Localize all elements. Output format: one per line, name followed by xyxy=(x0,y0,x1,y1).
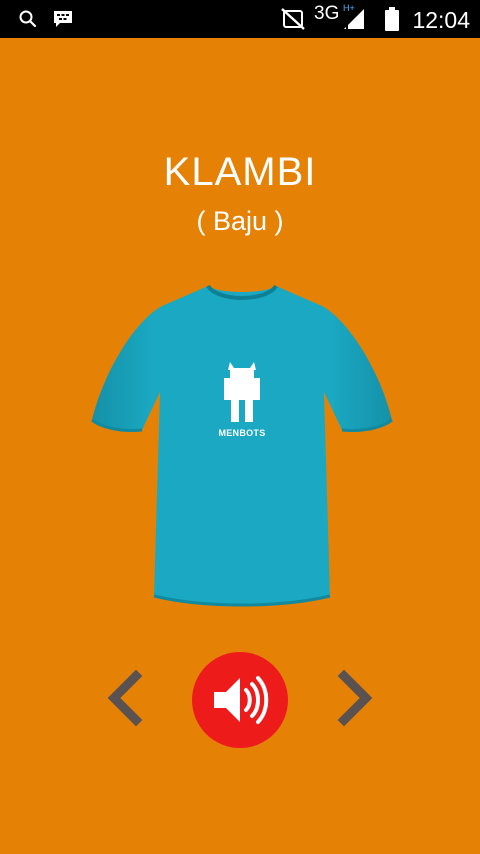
mute-icon xyxy=(278,0,308,38)
shirt-logo-text: MENBOTS xyxy=(218,428,266,438)
signal-icon xyxy=(340,0,368,38)
network-type: 3G xyxy=(314,3,340,24)
tshirt-image xyxy=(91,284,393,607)
previous-button[interactable] xyxy=(102,668,150,728)
play-sound-button[interactable] xyxy=(192,652,288,748)
chevron-right-icon xyxy=(337,669,373,727)
bbm-icon xyxy=(50,0,76,38)
speaker-icon xyxy=(214,676,269,724)
search-icon xyxy=(16,0,40,38)
next-button[interactable] xyxy=(330,668,378,728)
word-translation: ( Baju ) xyxy=(196,206,284,236)
battery-icon xyxy=(382,0,402,38)
word-title: KLAMBI xyxy=(163,150,317,194)
status-clock: 12:04 xyxy=(412,7,470,33)
status-bar: 3G H+ 12:04 xyxy=(0,0,480,38)
chevron-left-icon xyxy=(107,669,143,727)
